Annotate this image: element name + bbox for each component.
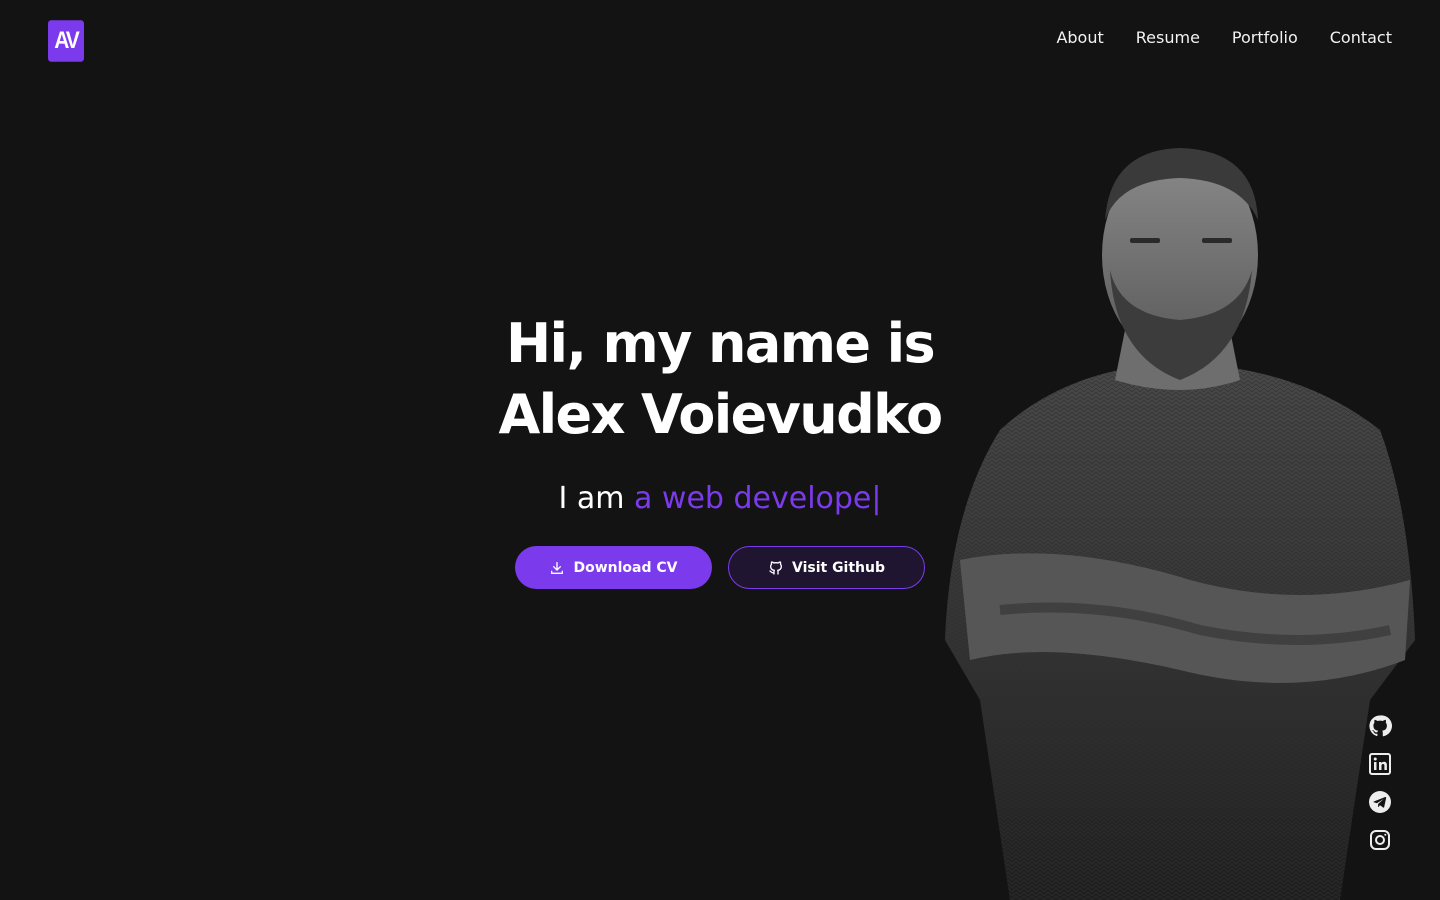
- portrait-photo: [945, 148, 1415, 900]
- telegram-icon: [1369, 791, 1391, 813]
- nav-resume[interactable]: Resume: [1136, 26, 1200, 50]
- linkedin-icon: [1369, 753, 1391, 775]
- instagram-icon: [1370, 830, 1390, 850]
- hero: Hi, my name is Alex Voievudko I am a web…: [0, 308, 1440, 519]
- download-cv-button[interactable]: Download CV: [515, 546, 712, 589]
- download-cv-label: Download CV: [573, 559, 678, 576]
- page: AV About Resume Portfolio Contact Hi, my…: [0, 0, 1440, 900]
- visit-github-label: Visit Github: [791, 559, 886, 576]
- hero-title-line1: Hi, my name is: [505, 312, 936, 375]
- social-links: [1368, 714, 1392, 852]
- hero-buttons: Download CV Visit Github: [515, 546, 925, 589]
- social-telegram[interactable]: [1368, 790, 1392, 814]
- social-instagram[interactable]: [1368, 828, 1392, 852]
- main-nav: About Resume Portfolio Contact: [1056, 26, 1392, 50]
- nav-contact[interactable]: Contact: [1330, 26, 1392, 50]
- social-linkedin[interactable]: [1368, 752, 1392, 776]
- github-icon: [769, 560, 782, 575]
- hero-title-line2: Alex Voievudko: [498, 383, 943, 446]
- github-icon: [1369, 715, 1392, 737]
- subtitle-typed-text: a web develope: [634, 481, 872, 516]
- hero-title: Hi, my name is Alex Voievudko: [440, 308, 1000, 450]
- typing-cursor: |: [871, 481, 882, 516]
- hero-subtitle: I am a web develope|: [0, 479, 1440, 519]
- social-github[interactable]: [1368, 714, 1392, 738]
- nav-about[interactable]: About: [1056, 26, 1103, 50]
- logo[interactable]: AV: [48, 20, 84, 62]
- nav-portfolio[interactable]: Portfolio: [1232, 26, 1298, 50]
- subtitle-prefix: I am: [558, 481, 634, 516]
- visit-github-button[interactable]: Visit Github: [728, 546, 925, 589]
- download-icon: [551, 561, 564, 574]
- logo-text: AV: [54, 27, 80, 54]
